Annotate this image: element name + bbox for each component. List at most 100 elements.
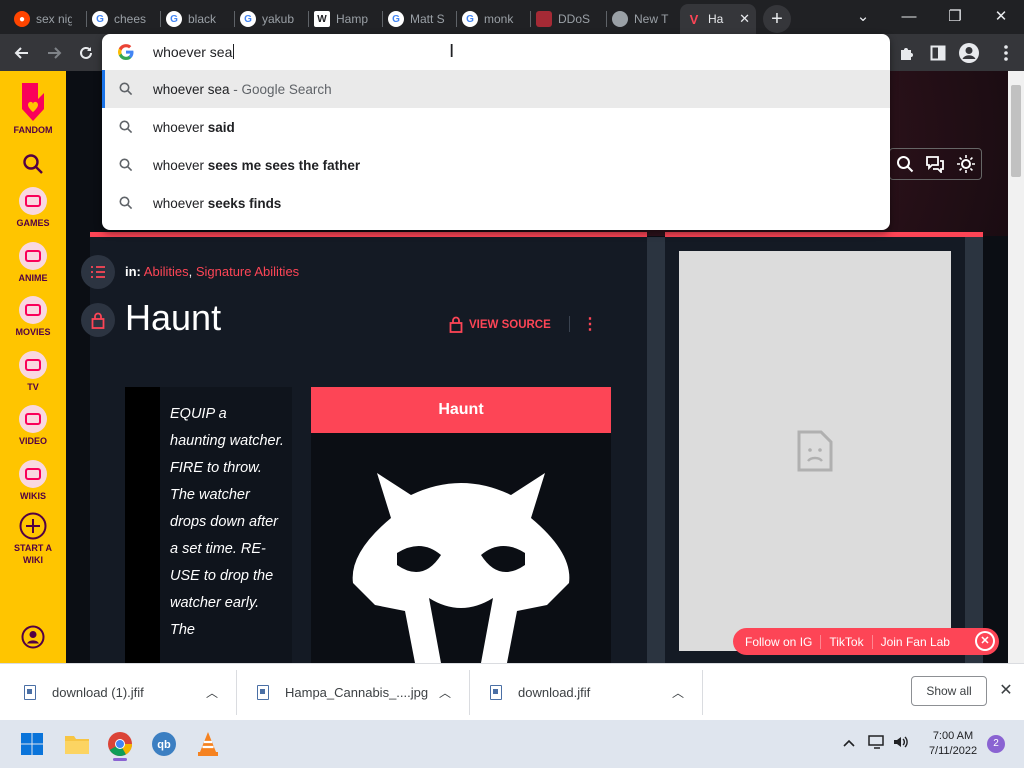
back-button[interactable] xyxy=(9,40,35,66)
speaker-icon xyxy=(894,736,908,748)
download-item[interactable]: download.jfif ︿ xyxy=(490,664,700,721)
ad-placeholder xyxy=(679,251,951,651)
suggestion-row[interactable]: whoever seeks finds xyxy=(102,184,890,222)
taskbar-vlc[interactable] xyxy=(192,728,224,760)
rail-item-anime[interactable]: ANIME xyxy=(0,242,66,283)
chevron-up-icon[interactable]: ︿ xyxy=(206,684,218,701)
follow-ig-link[interactable]: Follow on IG xyxy=(733,634,822,649)
chevron-up-icon[interactable]: ︿ xyxy=(439,684,451,701)
tab-strip: ● sex nig G chees G black G yakub W Hamp… xyxy=(0,0,1024,34)
fandom-search-button[interactable] xyxy=(0,153,66,177)
tab-3[interactable]: G yakub xyxy=(234,4,308,34)
rail-item-movies[interactable]: MOVIES xyxy=(0,296,66,337)
page-title: Haunt xyxy=(125,297,222,338)
rail-item-wikis[interactable]: WIKIS xyxy=(0,460,66,501)
tab-title: chees xyxy=(114,12,147,26)
fandom-brand-label: FANDOM xyxy=(13,125,53,135)
download-filename: download (1).jfif xyxy=(52,685,144,700)
tab-8[interactable]: New T xyxy=(606,4,680,34)
show-all-downloads-button[interactable]: Show all xyxy=(911,676,987,706)
tab-9-active[interactable]: V Ha ✕ xyxy=(680,4,756,34)
start-button[interactable] xyxy=(16,728,48,760)
taskbar-file-explorer[interactable] xyxy=(61,728,93,760)
taskbar-chrome[interactable] xyxy=(104,728,136,761)
tray-clock[interactable]: 7:00 AM 7/11/2022 xyxy=(920,729,986,759)
rail-item-tv[interactable]: TV xyxy=(0,351,66,392)
fandom-logo[interactable]: FANDOM xyxy=(0,79,66,135)
tray-overflow-button[interactable] xyxy=(842,736,856,755)
tv-icon xyxy=(19,351,47,379)
side-panel-button[interactable] xyxy=(927,42,949,64)
view-source-button[interactable]: VIEW SOURCE xyxy=(449,316,551,333)
file-icon xyxy=(24,685,36,700)
clapperboard-icon xyxy=(19,296,47,324)
protection-button[interactable] xyxy=(81,303,115,337)
list-icon xyxy=(91,266,105,278)
view-source-label: VIEW SOURCE xyxy=(469,318,551,331)
tab-4[interactable]: W Hamp xyxy=(308,4,382,34)
file-icon xyxy=(490,685,502,700)
browser-menu-button[interactable] xyxy=(995,42,1017,64)
minimize-button[interactable]: — xyxy=(886,0,932,32)
close-downloads-bar-button[interactable]: ✕ xyxy=(996,680,1016,700)
text-cursor-ibeam-icon: I xyxy=(449,41,455,62)
fan-bar-close-button[interactable]: ✕ xyxy=(975,631,995,651)
divider xyxy=(569,316,570,332)
download-item[interactable]: Hampa_Cannabis_....jpg ︿ xyxy=(257,664,467,721)
suggestion-row[interactable]: whoever sea - Google Search xyxy=(102,70,890,108)
category-link-signature-abilities[interactable]: Signature Abilities xyxy=(196,264,299,279)
join-fan-lab-link[interactable]: Join Fan Lab xyxy=(873,635,958,649)
reload-button[interactable] xyxy=(73,40,99,66)
address-bar[interactable]: whoever sea I xyxy=(102,34,890,70)
rail-item-label: TV xyxy=(27,382,39,392)
tab-2[interactable]: G black xyxy=(160,4,234,34)
side-panel-icon xyxy=(930,45,946,61)
theme-sun-icon[interactable] xyxy=(956,154,976,174)
tab-6[interactable]: G monk xyxy=(456,4,530,34)
scrollbar-thumb[interactable] xyxy=(1011,85,1021,177)
taskbar-qbittorrent[interactable]: qb xyxy=(148,728,180,760)
forward-button[interactable] xyxy=(41,40,67,66)
tray-volume[interactable] xyxy=(892,734,910,755)
tab-1[interactable]: G chees xyxy=(86,4,160,34)
tab-0[interactable]: ● sex nig xyxy=(8,4,86,34)
search-icon xyxy=(23,154,43,174)
notification-badge[interactable]: 2 xyxy=(987,735,1005,753)
tab-title: sex nig xyxy=(36,12,72,26)
broken-image-icon xyxy=(797,430,833,472)
tab-5[interactable]: G Matt S xyxy=(382,4,456,34)
profile-button[interactable] xyxy=(958,42,980,64)
chevron-up-icon[interactable]: ︿ xyxy=(672,684,684,701)
new-tab-button[interactable]: + xyxy=(763,5,791,33)
tab-search-button[interactable]: ⌄ xyxy=(840,0,886,32)
rail-item-label: ANIME xyxy=(18,273,48,283)
categories-toggle-button[interactable] xyxy=(81,255,115,289)
search-icon[interactable] xyxy=(896,155,914,173)
close-window-button[interactable]: ✕ xyxy=(978,0,1024,32)
fandom-account-button[interactable] xyxy=(0,625,66,651)
vertical-dots-icon xyxy=(1004,45,1008,61)
rail-item-start-wiki[interactable]: START A WIKI xyxy=(0,512,66,566)
rail-item-video[interactable]: VIDEO xyxy=(0,405,66,446)
suggestion-completion: sees me sees the father xyxy=(207,157,361,173)
tray-network[interactable] xyxy=(868,734,886,755)
rail-item-games[interactable]: GAMES xyxy=(0,187,66,228)
extensions-button[interactable] xyxy=(896,42,918,64)
suggestion-row[interactable]: whoever sees me sees the father xyxy=(102,146,890,184)
maximize-button[interactable]: ❐ xyxy=(932,0,978,32)
tiktok-link[interactable]: TikTok xyxy=(821,634,873,649)
discussions-icon[interactable] xyxy=(925,155,945,173)
category-link-abilities[interactable]: Abilities xyxy=(144,264,189,279)
address-bar-input[interactable]: whoever sea xyxy=(153,44,235,60)
google-icon: G xyxy=(388,11,404,27)
tab-7[interactable]: DDoS xyxy=(530,4,606,34)
page-actions-menu[interactable]: ⋮ xyxy=(582,315,598,335)
google-icon: G xyxy=(462,11,478,27)
suggestion-row[interactable]: whoever said xyxy=(102,108,890,146)
rail-item-label: GAMES xyxy=(16,218,50,228)
download-item[interactable]: download (1).jfif ︿ xyxy=(24,664,234,721)
downloads-bar: download (1).jfif ︿ Hampa_Cannabis_....j… xyxy=(0,663,1024,720)
anime-face-icon xyxy=(19,242,47,270)
tab-close-icon[interactable]: ✕ xyxy=(739,11,750,27)
qbittorrent-icon: qb xyxy=(152,732,176,756)
